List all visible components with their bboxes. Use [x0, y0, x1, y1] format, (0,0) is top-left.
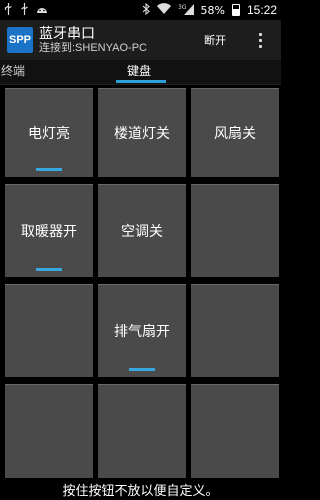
android-icon — [36, 4, 48, 17]
battery-icon — [231, 4, 240, 16]
custom-key-button[interactable]: 楼道灯关 — [98, 88, 186, 177]
custom-key-button[interactable] — [5, 384, 93, 484]
signal-3g-icon: 3G — [178, 3, 194, 18]
custom-key-button[interactable] — [5, 284, 93, 377]
action-bar: SPP 蓝牙串口 连接到:SHENYAO-PC 断开 — [0, 20, 281, 60]
key-state-indicator — [129, 368, 155, 371]
tab-terminal[interactable]: 终端 — [1, 62, 25, 79]
status-bar: 3G 58% 15:22 — [0, 0, 281, 20]
key-label: 风扇关 — [214, 126, 256, 142]
battery-percent: 58% — [200, 3, 225, 17]
custom-key-button[interactable] — [191, 284, 279, 377]
custom-key-grid: 电灯亮 楼道灯关 风扇关取暖器开 空调关排气扇开 — [0, 85, 281, 484]
key-label: 取暖器开 — [21, 224, 77, 240]
key-label: 电灯亮 — [28, 126, 70, 142]
wifi-icon — [156, 3, 171, 17]
usb-icon — [4, 2, 13, 18]
key-state-indicator — [36, 168, 62, 171]
key-label: 楼道灯关 — [114, 126, 170, 142]
action-bar-titles: 蓝牙串口 连接到:SHENYAO-PC — [39, 26, 147, 55]
key-label: 空调关 — [121, 224, 163, 240]
key-state-indicator — [36, 268, 62, 271]
custom-key-button[interactable]: 电灯亮 — [5, 88, 93, 177]
app-logo-icon: SPP — [7, 27, 33, 53]
app-title: 蓝牙串口 — [39, 25, 95, 42]
custom-key-button[interactable] — [191, 184, 279, 277]
tab-bar: 终端 键盘 — [0, 60, 281, 84]
custom-key-button[interactable]: 排气扇开 — [98, 284, 186, 377]
tab-keyboard[interactable]: 键盘 — [127, 62, 151, 79]
network-type-label: 3G — [178, 4, 187, 11]
status-bar-left — [4, 2, 48, 18]
key-label: 排气扇开 — [114, 324, 170, 340]
active-tab-indicator — [116, 80, 166, 83]
connection-status: 连接到:SHENYAO-PC — [39, 41, 147, 54]
custom-key-button[interactable] — [98, 384, 186, 484]
hint-text: 按住按钮不放以便自定义。 — [0, 478, 281, 500]
custom-key-button[interactable] — [191, 384, 279, 484]
custom-key-button[interactable]: 空调关 — [98, 184, 186, 277]
disconnect-button[interactable]: 断开 — [198, 27, 232, 53]
status-bar-right: 3G 58% 15:22 — [142, 2, 277, 18]
bluetooth-icon — [142, 2, 150, 18]
overflow-menu-icon[interactable] — [250, 28, 270, 52]
clock: 15:22 — [246, 3, 277, 17]
custom-key-button[interactable]: 风扇关 — [191, 88, 279, 177]
custom-key-button[interactable]: 取暖器开 — [5, 184, 93, 277]
usb-debug-icon — [20, 2, 29, 18]
